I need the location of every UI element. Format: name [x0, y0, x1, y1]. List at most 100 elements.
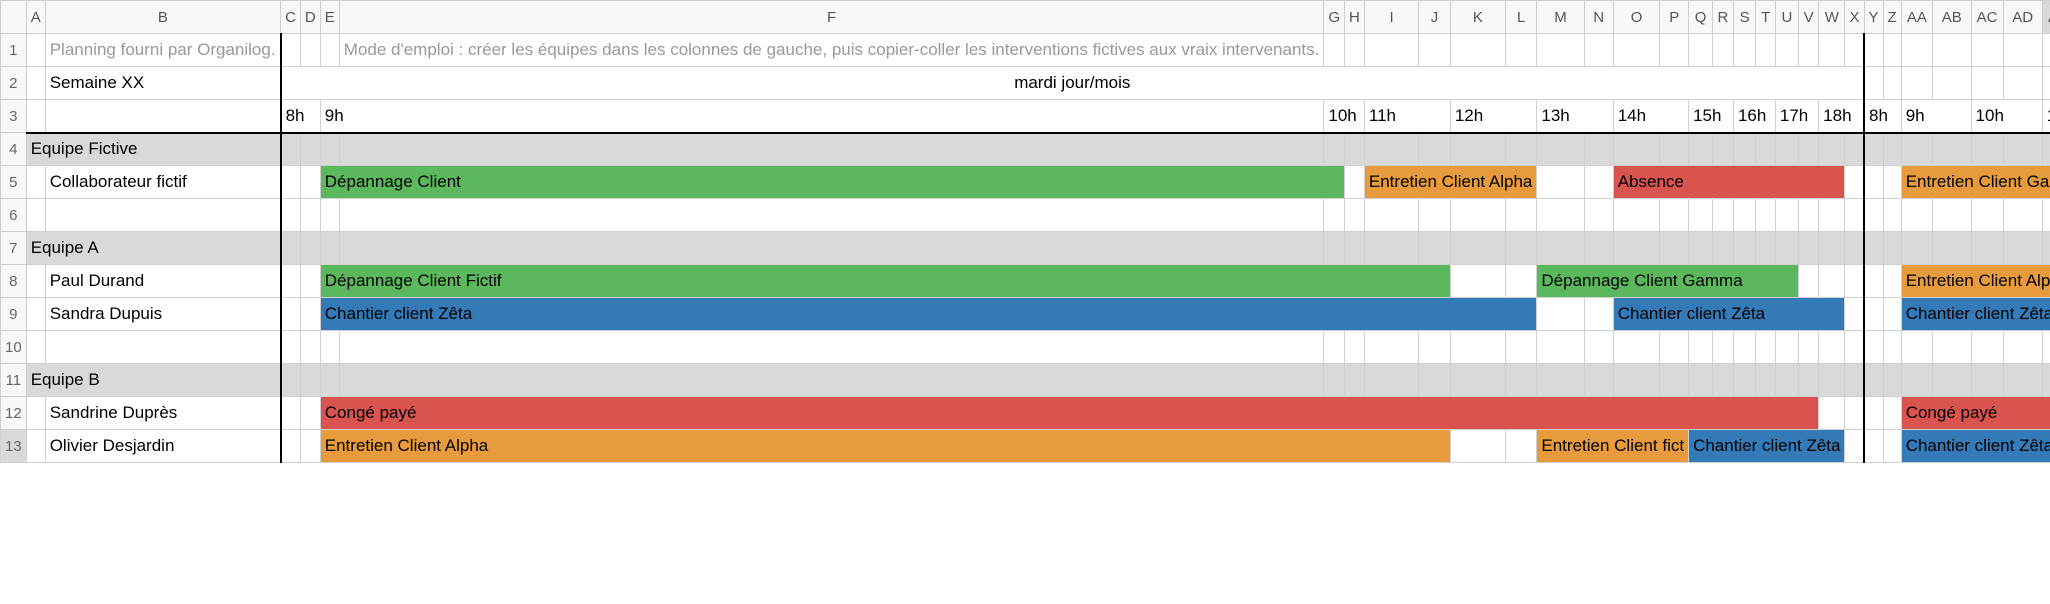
cell[interactable] [281, 331, 301, 364]
cell[interactable] [1733, 34, 1755, 67]
cell[interactable] [2003, 331, 2042, 364]
cell[interactable] [1450, 34, 1505, 67]
time-header[interactable]: 11h [1364, 100, 1450, 133]
cell[interactable] [300, 166, 320, 199]
cell[interactable] [1537, 232, 1584, 265]
cell[interactable] [1971, 232, 2003, 265]
time-header[interactable]: 12h [1450, 100, 1537, 133]
cell[interactable] [26, 430, 45, 463]
col-header[interactable]: H [1345, 1, 1365, 34]
task-block[interactable]: Chantier client Zêta [320, 298, 1537, 331]
cell[interactable] [1845, 166, 1864, 199]
col-header[interactable]: T [1756, 1, 1775, 34]
col-header[interactable]: E [320, 1, 339, 34]
cell[interactable] [1864, 67, 1883, 100]
cell[interactable] [1660, 133, 1689, 166]
cell[interactable] [1419, 331, 1451, 364]
col-header[interactable]: M [1537, 1, 1584, 34]
task-block[interactable]: Chantier client Zêta [1901, 430, 2050, 463]
cell[interactable] [1756, 133, 1775, 166]
task-block[interactable]: Entretien Client Alpha [320, 430, 1450, 463]
col-header[interactable]: C [281, 1, 301, 34]
cell[interactable] [1712, 364, 1733, 397]
cell[interactable] [1712, 232, 1733, 265]
cell[interactable] [300, 298, 320, 331]
cell[interactable] [1845, 430, 1864, 463]
cell[interactable] [1864, 397, 1883, 430]
col-header[interactable]: K [1450, 1, 1505, 34]
cell[interactable] [300, 199, 320, 232]
cell[interactable] [1613, 133, 1660, 166]
cell[interactable] [1756, 331, 1775, 364]
cell[interactable] [1883, 199, 1901, 232]
cell[interactable] [281, 397, 301, 430]
cell[interactable] [1613, 34, 1660, 67]
cell[interactable] [1883, 397, 1901, 430]
cell[interactable] [1613, 232, 1660, 265]
cell[interactable] [1901, 232, 1932, 265]
cell[interactable] [1819, 199, 1845, 232]
col-header[interactable]: Y [1864, 1, 1883, 34]
cell[interactable] [1933, 331, 1971, 364]
cell[interactable] [281, 232, 301, 265]
col-header[interactable]: I [1364, 1, 1418, 34]
task-block[interactable]: Dépannage Client [320, 166, 1344, 199]
cell[interactable] [1364, 199, 1418, 232]
cell[interactable] [1864, 34, 1883, 67]
cell[interactable] [1584, 133, 1613, 166]
cell[interactable] [1756, 34, 1775, 67]
cell[interactable] [1345, 364, 1365, 397]
cell[interactable] [1775, 232, 1798, 265]
cell[interactable] [1364, 232, 1418, 265]
row-header[interactable]: 11 [1, 364, 27, 397]
row-header[interactable]: 1 [1, 34, 27, 67]
cell[interactable] [1505, 430, 1536, 463]
cell[interactable] [1883, 364, 1901, 397]
row-header[interactable]: 4 [1, 133, 27, 166]
cell[interactable] [1537, 364, 1584, 397]
person-name[interactable]: Olivier Desjardin [45, 430, 280, 463]
cell[interactable] [1845, 199, 1864, 232]
cell[interactable] [2042, 67, 2050, 100]
time-header[interactable]: 10h [1324, 100, 1365, 133]
cell[interactable] [1712, 133, 1733, 166]
cell[interactable] [1419, 364, 1451, 397]
cell[interactable] [26, 67, 45, 100]
cell[interactable] [320, 364, 339, 397]
cell[interactable] [26, 100, 45, 133]
cell[interactable] [339, 133, 1324, 166]
cell[interactable] [1883, 34, 1901, 67]
cell[interactable] [1505, 265, 1536, 298]
cell[interactable] [300, 397, 320, 430]
row-header[interactable]: 9 [1, 298, 27, 331]
cell[interactable] [1505, 331, 1536, 364]
cell[interactable] [1819, 265, 1845, 298]
cell[interactable] [1712, 331, 1733, 364]
task-block[interactable]: Absence [1613, 166, 1845, 199]
cell[interactable] [1864, 166, 1883, 199]
cell[interactable] [2042, 331, 2050, 364]
col-header[interactable]: P [1660, 1, 1689, 34]
col-header[interactable]: A [26, 1, 45, 34]
cell[interactable] [1450, 364, 1505, 397]
cell[interactable] [300, 331, 320, 364]
cell[interactable] [1505, 133, 1536, 166]
team-label[interactable]: Equipe B [26, 364, 280, 397]
cell[interactable] [1584, 166, 1613, 199]
cell[interactable] [1883, 166, 1901, 199]
cell[interactable] [1733, 133, 1755, 166]
cell[interactable] [1819, 397, 1845, 430]
cell[interactable] [1584, 331, 1613, 364]
col-header[interactable]: F [339, 1, 1324, 34]
cell[interactable] [1864, 133, 1883, 166]
cell[interactable] [1689, 232, 1713, 265]
cell[interactable] [1883, 67, 1901, 100]
cell[interactable] [1450, 430, 1505, 463]
cell[interactable] [281, 166, 301, 199]
cell[interactable] [300, 265, 320, 298]
cell[interactable] [1505, 364, 1536, 397]
team-label[interactable]: Equipe A [26, 232, 280, 265]
cell[interactable] [1733, 199, 1755, 232]
cell[interactable] [1364, 331, 1418, 364]
cell[interactable] [1864, 298, 1883, 331]
